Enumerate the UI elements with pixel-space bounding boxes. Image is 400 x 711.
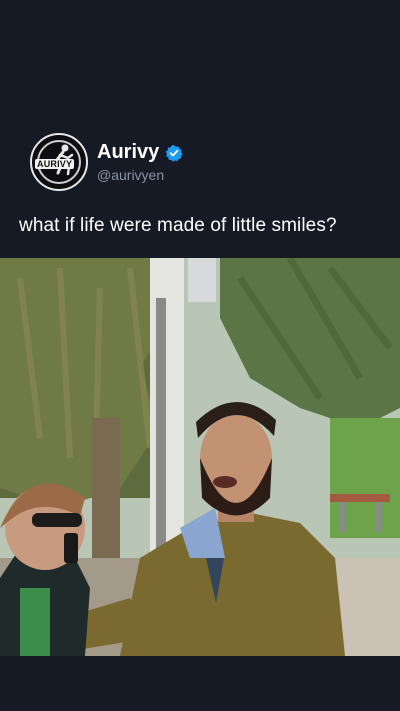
avatar-logo-text: AURIVY <box>35 159 75 169</box>
account-handle[interactable]: @aurivyen <box>97 167 183 183</box>
avatar[interactable]: AURIVY <box>30 133 88 191</box>
post-header: AURIVY Aurivy @aurivyen <box>30 133 183 191</box>
display-name[interactable]: Aurivy <box>97 141 159 164</box>
name-row: Aurivy <box>97 141 183 164</box>
account-identity: Aurivy @aurivyen <box>97 141 183 183</box>
post-caption: what if life were made of little smiles? <box>19 215 337 236</box>
verified-badge-icon <box>166 144 183 162</box>
tweet-screen: { "account": { "display_name": "Aurivy",… <box>0 0 400 711</box>
video-still <box>0 258 400 656</box>
video-frame[interactable] <box>0 258 400 656</box>
